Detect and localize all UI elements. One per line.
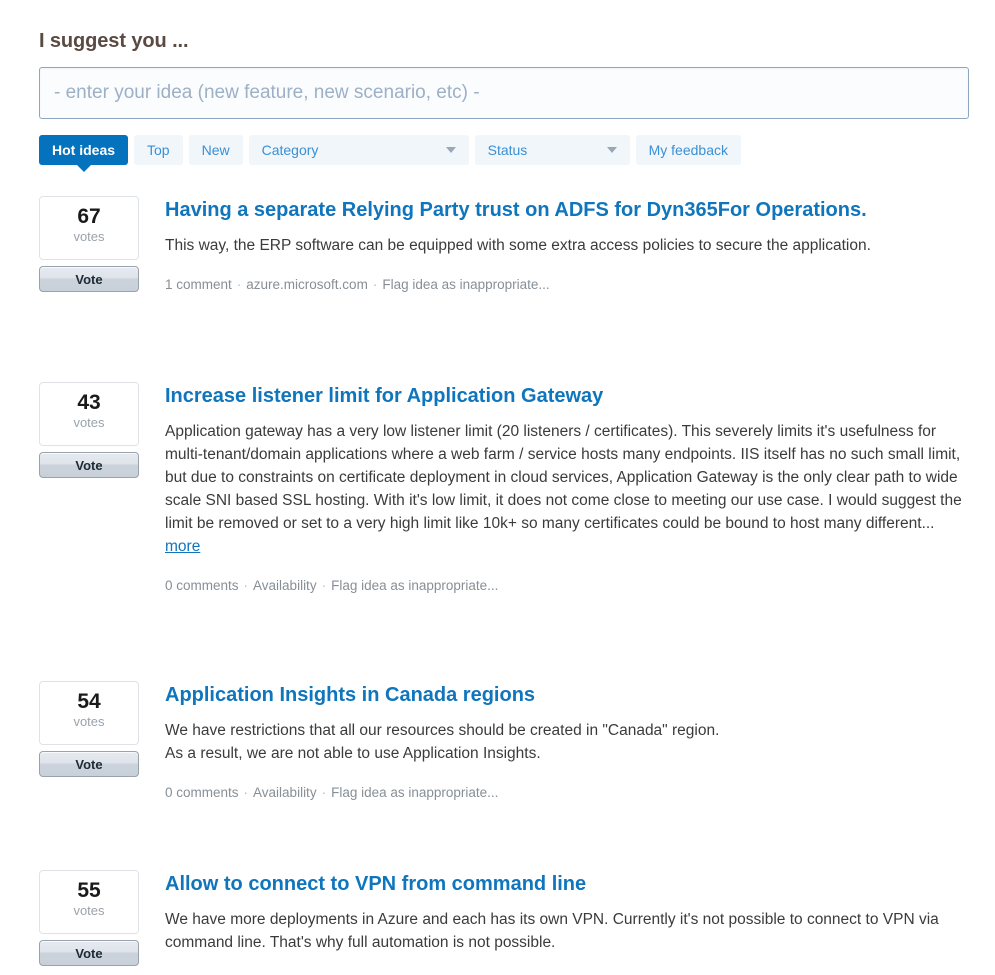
votes-label: votes: [73, 229, 105, 244]
idea-body: Allow to connect to VPN from command lin…: [165, 870, 977, 954]
chevron-down-icon: [606, 147, 617, 153]
meta-separator: ·: [236, 277, 242, 292]
meta-separator: ·: [321, 578, 327, 593]
idea-description: We have more deployments in Azure and ea…: [165, 908, 965, 954]
meta-separator: ·: [243, 785, 249, 800]
idea-meta: 1 comment · azure.microsoft.com · Flag idea …: [165, 276, 977, 294]
idea-category[interactable]: Availability: [253, 578, 317, 593]
vote-column: 55 votes Vote: [39, 870, 139, 966]
vote-column: 43 votes Vote: [39, 382, 139, 478]
idea-row: 55 votes Vote Allow to connect to VPN from …: [0, 870, 995, 966]
idea-description-text: This way, the ERP software can be equipp…: [165, 237, 871, 254]
idea-description-text: We have more deployments in Azure and ea…: [165, 911, 939, 951]
votes-label: votes: [73, 415, 105, 430]
meta-separator: ·: [372, 277, 378, 292]
tab-hot-ideas-label: Hot ideas: [52, 142, 116, 158]
tab-top-label: Top: [147, 142, 170, 158]
vote-count: 67: [77, 205, 101, 228]
vote-count: 55: [77, 879, 101, 902]
vote-column: 54 votes Vote: [39, 681, 139, 777]
page-title: I suggest you ...: [39, 30, 189, 52]
meta-separator: ·: [321, 785, 327, 800]
idea-body: Increase listener limit for Application …: [165, 382, 977, 595]
dropdown-status[interactable]: Status: [474, 135, 630, 165]
idea-category[interactable]: azure.microsoft.com: [246, 277, 368, 292]
vote-button[interactable]: Vote: [39, 266, 139, 292]
vote-count-box: 67 votes: [39, 196, 139, 260]
idea-title-link[interactable]: Increase listener limit for Application …: [165, 384, 603, 409]
vote-count-box: 55 votes: [39, 870, 139, 934]
flag-idea-link[interactable]: Flag idea as inappropriate...: [331, 785, 498, 800]
idea-meta: 0 comments · Availability · Flag idea as ina…: [165, 577, 977, 595]
tab-my-feedback-label: My feedback: [648, 142, 728, 158]
vote-button[interactable]: Vote: [39, 452, 139, 478]
votes-label: votes: [73, 903, 105, 918]
idea-body: Having a separate Relying Party trust on…: [165, 196, 977, 294]
idea-title-link[interactable]: Application Insights in Canada regions: [165, 683, 535, 708]
vote-button[interactable]: Vote: [39, 751, 139, 777]
suggestion-board-page: I suggest you ... Hot ideas Top New Cate…: [0, 0, 995, 975]
chevron-down-icon: [445, 147, 456, 153]
idea-description: We have restrictions that all our resour…: [165, 719, 965, 765]
flag-idea-link[interactable]: Flag idea as inappropriate...: [382, 277, 549, 292]
idea-title-link[interactable]: Allow to connect to VPN from command lin…: [165, 872, 586, 897]
idea-input[interactable]: [40, 68, 968, 118]
dropdown-category-label: Category: [261, 142, 319, 158]
idea-category[interactable]: Availability: [253, 785, 317, 800]
idea-description-text: We have restrictions that all our resour…: [165, 722, 720, 762]
filter-bar: Hot ideas Top New Category Status My fee…: [39, 135, 741, 172]
idea-description-text: Application gateway has a very low liste…: [165, 423, 962, 532]
tab-new[interactable]: New: [188, 135, 243, 165]
vote-column: 67 votes Vote: [39, 196, 139, 292]
comments-count[interactable]: 0 comments: [165, 578, 239, 593]
tab-hot-ideas[interactable]: Hot ideas: [39, 135, 129, 172]
tab-new-label: New: [201, 142, 230, 158]
vote-count-box: 54 votes: [39, 681, 139, 745]
votes-label: votes: [73, 714, 105, 729]
idea-row: 67 votes Vote Having a separate Relying Par…: [0, 196, 995, 294]
vote-count: 43: [77, 391, 101, 414]
vote-count-box: 43 votes: [39, 382, 139, 446]
idea-meta: 0 comments · Availability · Flag idea as ina…: [165, 784, 977, 802]
dropdown-category[interactable]: Category: [248, 135, 469, 165]
idea-title-link[interactable]: Having a separate Relying Party trust on…: [165, 198, 867, 223]
idea-input-container[interactable]: [39, 67, 969, 119]
vote-count: 54: [77, 690, 101, 713]
idea-row: 54 votes Vote Application Insights in Canad…: [0, 681, 995, 802]
comments-count[interactable]: 0 comments: [165, 785, 239, 800]
tab-my-feedback[interactable]: My feedback: [635, 135, 741, 165]
idea-row: 43 votes Vote Increase listener limit for A…: [0, 382, 995, 595]
meta-separator: ·: [243, 578, 249, 593]
idea-body: Application Insights in Canada regions We…: [165, 681, 977, 802]
flag-idea-link[interactable]: Flag idea as inappropriate...: [331, 578, 498, 593]
idea-list: 67 votes Vote Having a separate Relying Par…: [0, 196, 995, 966]
comments-count[interactable]: 1 comment: [165, 277, 232, 292]
dropdown-status-label: Status: [487, 142, 528, 158]
idea-description: This way, the ERP software can be equipp…: [165, 234, 965, 257]
idea-description: Application gateway has a very low liste…: [165, 420, 965, 558]
tab-top[interactable]: Top: [134, 135, 183, 165]
vote-button[interactable]: Vote: [39, 940, 139, 966]
read-more-link[interactable]: more: [165, 538, 200, 555]
